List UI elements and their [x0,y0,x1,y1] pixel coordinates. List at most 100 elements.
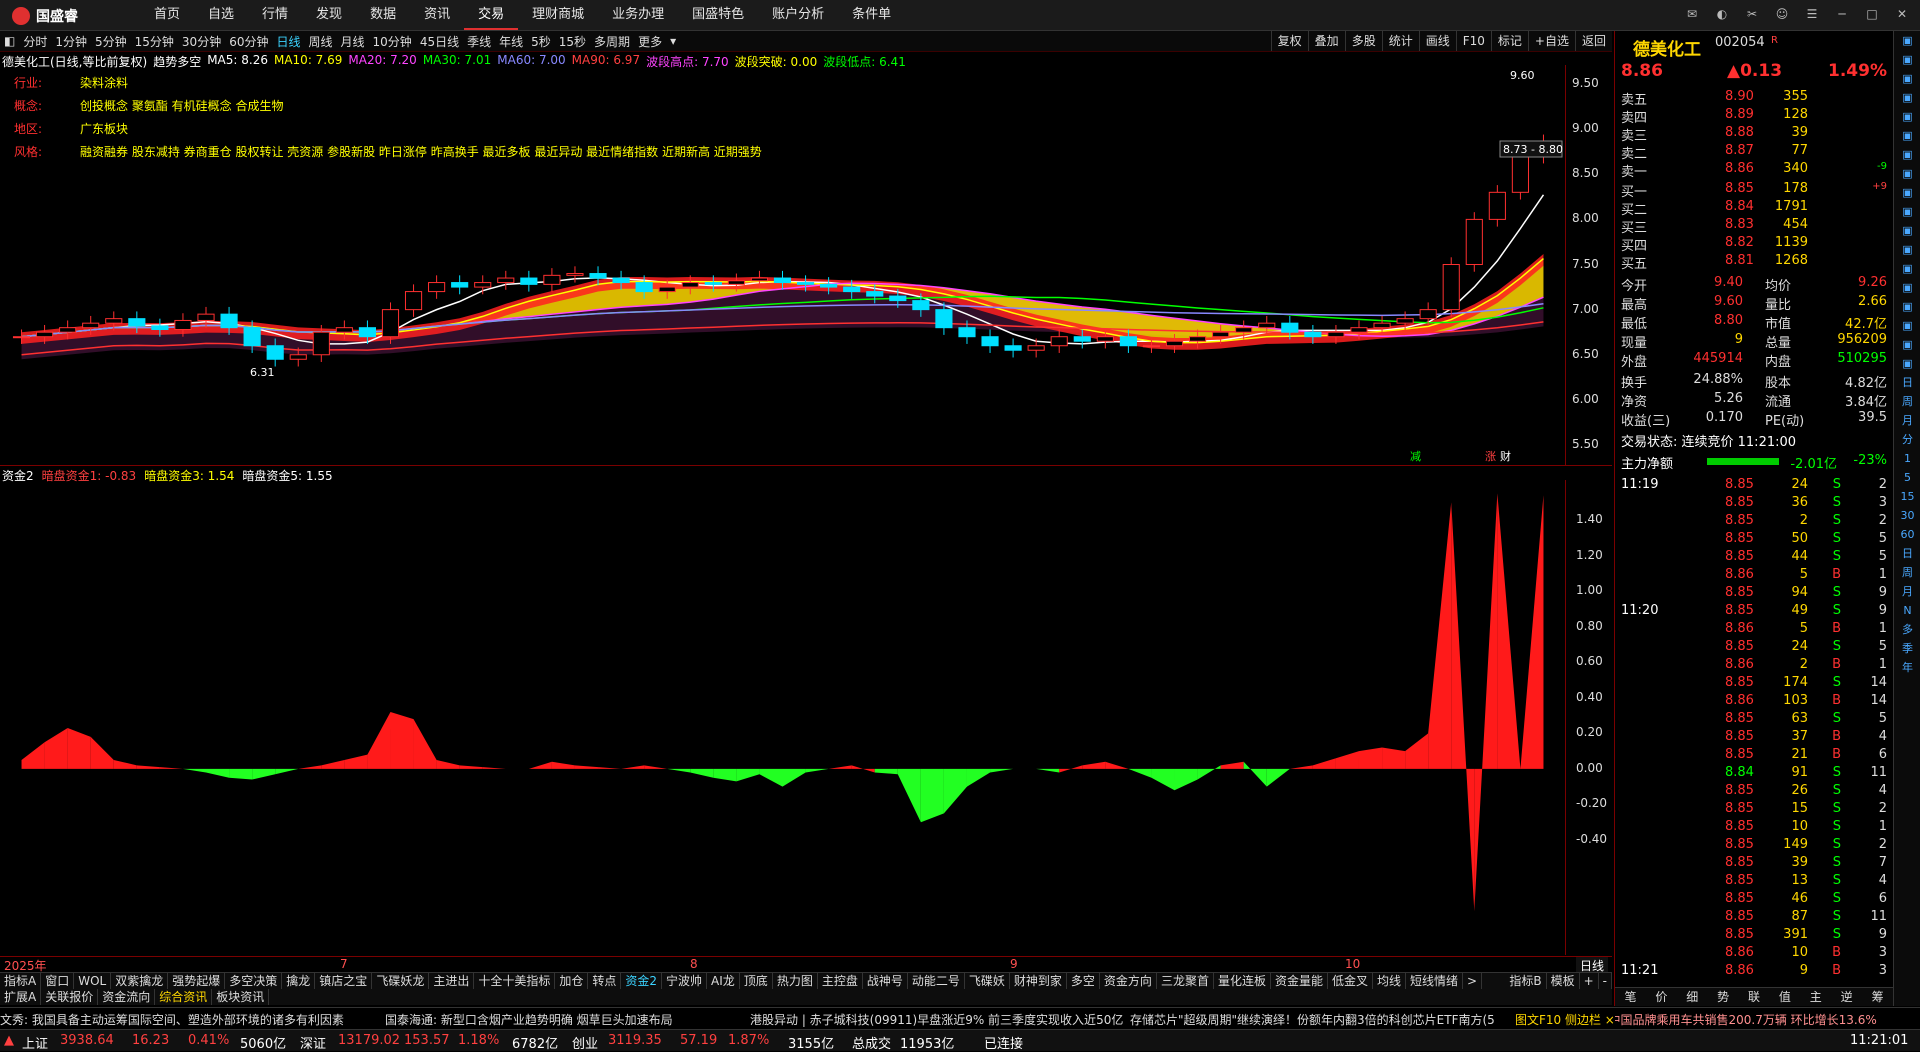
sidebar-period[interactable]: 日 [1894,373,1920,392]
sh-label[interactable]: 上证 [22,1033,48,1052]
nav-item[interactable]: 资讯 [410,0,464,30]
news-item[interactable]: 国泰海通: 新型口含烟产业趋势明确 烟草巨头加速布局 [385,1011,673,1028]
indicator-control[interactable]: + [1580,973,1599,989]
candle[interactable] [451,282,469,288]
sidebar-period[interactable]: 日 [1894,544,1920,563]
sidebar-period[interactable]: 60 [1894,525,1920,544]
indicator-tab[interactable]: 窗口 [41,973,75,989]
sidebar-period[interactable]: 月 [1894,582,1920,601]
candle[interactable] [1235,327,1253,333]
indicator-tab[interactable]: 飞碟妖龙 [372,973,430,989]
candle[interactable] [1189,336,1207,342]
sidebar-tool-icon[interactable]: ▣ [1894,145,1920,164]
tool-button[interactable]: 统计 [1381,31,1419,51]
candle[interactable] [197,313,215,321]
candle[interactable] [958,327,976,338]
indicator-tab[interactable]: 战神号 [863,973,908,989]
nav-item[interactable]: 国盛特色 [678,0,758,30]
candle[interactable] [220,313,238,329]
candle[interactable] [796,282,815,285]
indicator-tab[interactable]: 动能二号 [908,973,965,989]
period-tab[interactable]: 5分钟 [91,33,131,50]
sidebar-period[interactable]: 5 [1894,468,1920,487]
tool-button[interactable]: 复权 [1270,31,1308,51]
candle[interactable] [1119,336,1137,347]
period-tab[interactable]: 5秒 [527,33,555,50]
period-tab[interactable]: 45日线 [416,33,463,50]
candle[interactable] [1073,336,1091,342]
candle[interactable] [1327,331,1345,338]
candle[interactable] [727,280,745,285]
candle[interactable] [128,318,146,327]
nav-item[interactable]: 发现 [302,0,356,30]
candle[interactable] [381,309,400,338]
candle[interactable] [174,319,192,330]
expand-icon[interactable]: ◧ [0,34,19,48]
dropdown-icon[interactable]: ▾ [666,34,680,48]
sidebar-tool-icon[interactable]: ▣ [1894,297,1920,316]
sidebar-period[interactable]: 周 [1894,392,1920,411]
candle[interactable] [151,325,169,330]
candle[interactable] [1511,155,1529,193]
candle[interactable] [773,277,792,284]
indicator-tab[interactable]: 镇店之宝 [315,973,373,989]
candle[interactable] [289,354,307,360]
indicator-tab[interactable]: 转点 [588,973,622,989]
panel-tab[interactable]: 细 [1677,988,1708,1006]
ticker-controls[interactable]: 图文F10 侧边栏 × [1515,1011,1615,1028]
indicator-tab[interactable]: 多空决策 [225,973,283,989]
panel-tab[interactable]: 值 [1769,988,1800,1006]
sidebar-period[interactable]: 1 [1894,449,1920,468]
tool-button[interactable]: 返回 [1574,31,1612,51]
period-tab[interactable]: 年线 [495,33,527,50]
nav-item[interactable]: 自选 [194,0,248,30]
period-tab[interactable]: 15秒 [555,33,590,50]
period-tab[interactable]: 60分钟 [225,33,272,50]
candle[interactable] [889,295,907,302]
candle[interactable] [1465,218,1483,266]
candle[interactable] [1281,322,1299,333]
candle[interactable] [843,286,861,293]
bottom-tab[interactable]: 板块资讯 [212,989,270,1005]
candle[interactable] [1304,331,1322,338]
candle[interactable] [543,274,561,285]
tools-icon[interactable]: ✂ [1742,4,1762,24]
indicator-tab[interactable]: 资金量能 [1271,973,1328,989]
candle[interactable] [1212,331,1230,338]
indicator-tab[interactable]: 财神到家 [1010,973,1067,989]
indicator-tab[interactable]: WOL [74,973,112,989]
indicator-tab[interactable]: 双紫擒龙 [111,973,169,989]
menu-icon[interactable]: ☰ [1802,4,1822,24]
indicator-tab[interactable]: 热力图 [773,973,818,989]
app-logo[interactable]: 国盛睿 [12,6,78,26]
candle[interactable] [1442,264,1460,311]
news-item[interactable]: 文秀: 我国具备主动运筹国际空间、塑造外部环境的诸多有利因素 [0,1011,344,1028]
candle[interactable] [266,345,284,360]
news-item[interactable]: 港股异动 | 赤子城科技(09911)早盘涨近9% 前三季度实现收入近50亿 [750,1011,1123,1028]
candle[interactable] [1027,345,1045,351]
candle[interactable] [1165,340,1184,347]
sidebar-period[interactable]: 30 [1894,506,1920,525]
tool-button[interactable]: 多股 [1344,31,1382,51]
nav-item[interactable]: 理财商城 [518,0,598,30]
panel-tab[interactable]: 逆 [1831,988,1862,1006]
candle[interactable] [589,273,607,279]
cy-label[interactable]: 创业 [572,1033,598,1052]
nav-item[interactable]: 账户分析 [758,0,838,30]
indicator-tab[interactable]: 加仓 [555,973,589,989]
indicator-tab[interactable]: 均线 [1373,973,1407,989]
sidebar-tool-icon[interactable]: ▣ [1894,107,1920,126]
candle[interactable] [866,291,884,297]
indicator-tab[interactable]: 飞碟妖 [965,973,1010,989]
tool-button[interactable]: +自选 [1527,31,1575,51]
indicator-tab[interactable]: 主控盘 [818,973,863,989]
sidebar-tool-icon[interactable]: ▣ [1894,221,1920,240]
pane-divider[interactable] [0,465,1612,466]
tool-button[interactable]: F10 [1455,31,1491,51]
candle[interactable] [566,273,584,276]
panel-tab[interactable]: 价 [1646,988,1677,1006]
sidebar-tool-icon[interactable]: ▣ [1894,126,1920,145]
candle[interactable] [59,327,77,333]
candle[interactable] [635,282,653,293]
candle[interactable] [358,327,376,338]
